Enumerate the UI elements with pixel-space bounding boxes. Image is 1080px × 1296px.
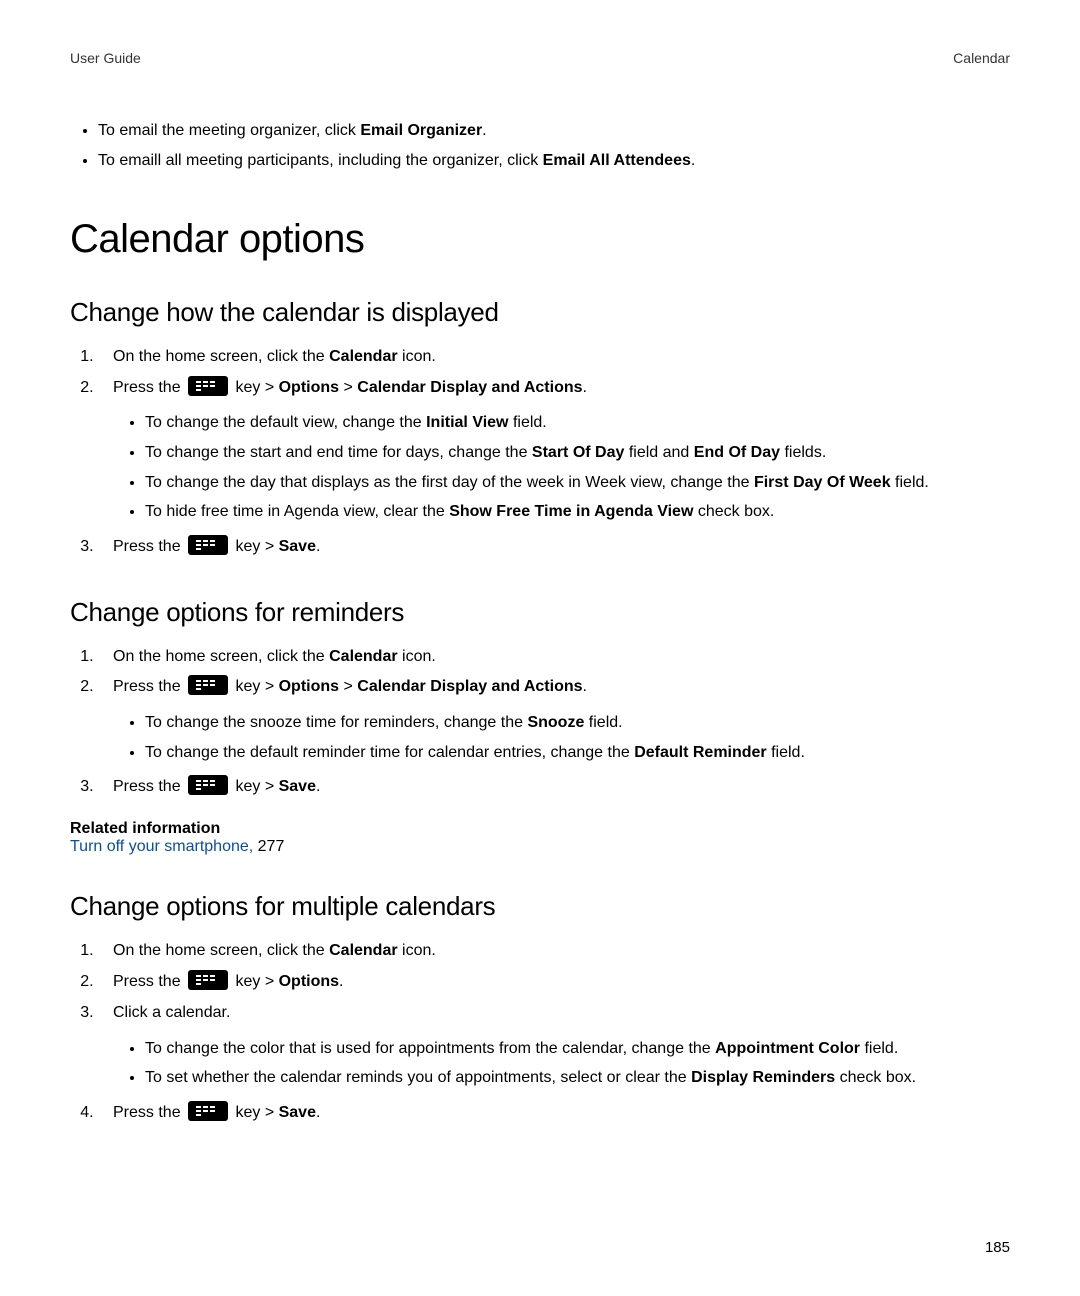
list-item: To emaill all meeting participants, incl… [98, 146, 1010, 176]
list-item: To change the snooze time for reminders,… [145, 708, 1010, 738]
page-title: Calendar options [70, 217, 1010, 262]
step-item: On the home screen, click the Calendar i… [98, 343, 1010, 372]
step-item: Press the key > Options > Calendar Displ… [98, 673, 1010, 767]
list-item: To hide free time in Agenda view, clear … [145, 497, 1010, 527]
menu-key-icon [188, 775, 228, 795]
list-item: To change the start and end time for day… [145, 438, 1010, 468]
steps-list: On the home screen, click the Calendar i… [70, 937, 1010, 1127]
menu-key-icon [188, 376, 228, 396]
steps-list: On the home screen, click the Calendar i… [70, 643, 1010, 803]
page-number: 185 [985, 1239, 1010, 1256]
sub-bullet-list: To change the color that is used for app… [113, 1034, 1010, 1093]
list-item: To change the default view, change the I… [145, 408, 1010, 438]
related-info-line: Turn off your smartphone, 277 [70, 838, 1010, 856]
menu-key-icon [188, 970, 228, 990]
header-left: User Guide [70, 50, 141, 66]
menu-key-icon [188, 535, 228, 555]
menu-key-icon [188, 675, 228, 695]
steps-list: On the home screen, click the Calendar i… [70, 343, 1010, 562]
step-item: Press the key > Save. [98, 1099, 1010, 1128]
list-item: To change the color that is used for app… [145, 1034, 1010, 1064]
list-item: To set whether the calendar reminds you … [145, 1063, 1010, 1093]
step-item: On the home screen, click the Calendar i… [98, 937, 1010, 966]
section-heading: Change options for reminders [70, 597, 1010, 628]
document-page: User Guide Calendar To email the meeting… [0, 0, 1080, 1296]
step-item: Click a calendar. To change the color th… [98, 999, 1010, 1093]
page-header: User Guide Calendar [70, 50, 1010, 66]
sub-bullet-list: To change the snooze time for reminders,… [113, 708, 1010, 767]
step-item: Press the key > Save. [98, 773, 1010, 802]
header-right: Calendar [953, 50, 1010, 66]
step-item: Press the key > Options. [98, 968, 1010, 997]
sub-bullet-list: To change the default view, change the I… [113, 408, 1010, 526]
list-item: To change the default reminder time for … [145, 738, 1010, 768]
intro-bullet-list: To email the meeting organizer, click Em… [70, 116, 1010, 177]
related-link[interactable]: Turn off your smartphone, [70, 838, 253, 855]
step-item: Press the key > Save. [98, 533, 1010, 562]
list-item: To email the meeting organizer, click Em… [98, 116, 1010, 146]
list-item: To change the day that displays as the f… [145, 468, 1010, 498]
step-item: Press the key > Options > Calendar Displ… [98, 374, 1010, 527]
section-heading: Change options for multiple calendars [70, 891, 1010, 922]
section-heading: Change how the calendar is displayed [70, 297, 1010, 328]
related-info-heading: Related information [70, 820, 1010, 838]
menu-key-icon [188, 1101, 228, 1121]
step-item: On the home screen, click the Calendar i… [98, 643, 1010, 672]
